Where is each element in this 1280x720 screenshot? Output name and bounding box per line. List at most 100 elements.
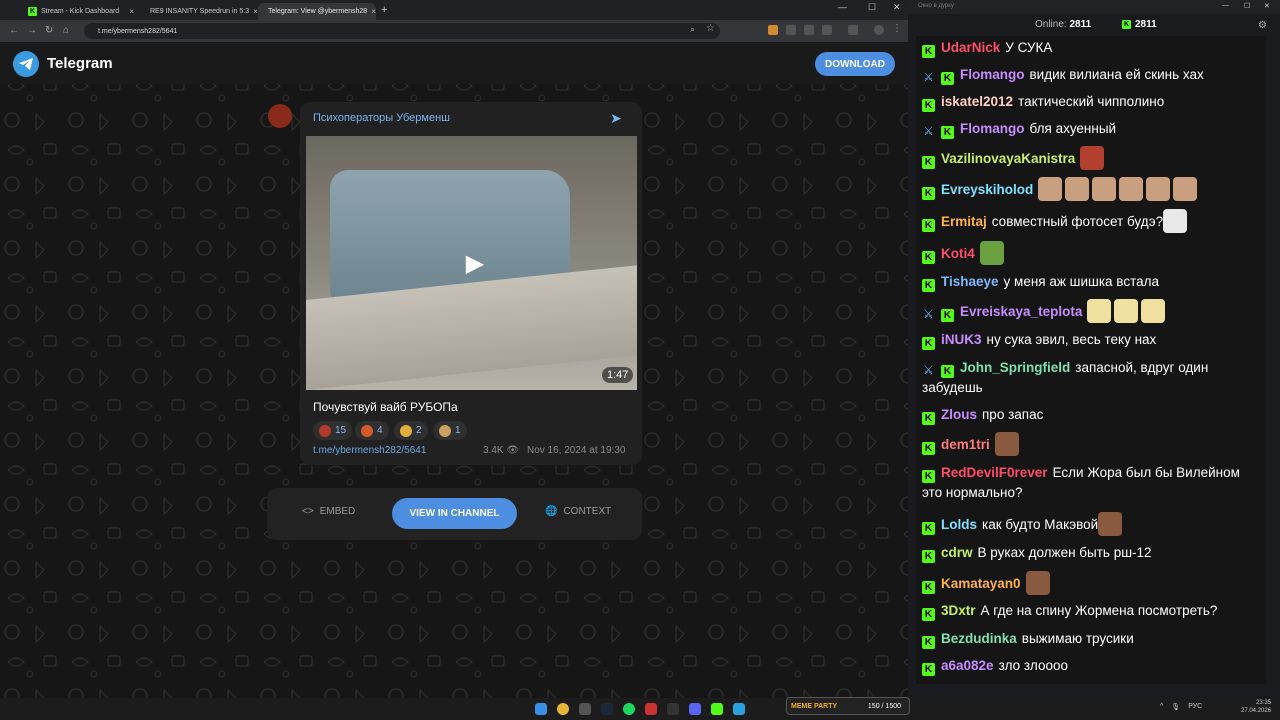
download-button[interactable]: DOWNLOAD bbox=[815, 52, 895, 76]
chat-username[interactable]: Evreyskiholod bbox=[941, 182, 1033, 197]
kick-badge-icon: K bbox=[922, 219, 935, 232]
eye-icon: 👁 bbox=[506, 445, 520, 456]
chat-username[interactable]: cdrw bbox=[941, 545, 973, 560]
telegram-logo-icon[interactable] bbox=[13, 51, 39, 77]
emote-icon bbox=[1163, 209, 1188, 233]
url-input[interactable]: t.me/ybermensh282/5641 bbox=[84, 23, 720, 39]
language-indicator[interactable]: РУС bbox=[1188, 703, 1202, 711]
taskbar bbox=[0, 698, 1280, 720]
chat-username[interactable]: Bezdudinka bbox=[941, 631, 1017, 646]
close-icon[interactable]: × bbox=[371, 7, 376, 16]
steam-icon[interactable] bbox=[601, 703, 613, 715]
post-link[interactable]: t.me/ybermensh282/5641 bbox=[313, 445, 426, 456]
tab-kick-dashboard[interactable]: K Stream - Kick Dashboard × bbox=[22, 3, 140, 20]
chat-username[interactable]: RedDevilF0rever bbox=[941, 465, 1048, 480]
telegram-brand[interactable]: Telegram bbox=[47, 55, 113, 72]
chat-username[interactable]: 3Dxtr bbox=[941, 603, 976, 618]
app-icon[interactable] bbox=[579, 703, 591, 715]
chat-username[interactable]: dem1tri bbox=[941, 437, 990, 452]
chat-username[interactable]: Ermitaj bbox=[941, 214, 987, 229]
chat-username[interactable]: Kamatayan0 bbox=[941, 576, 1021, 591]
bookmark-star-icon[interactable]: ☆ bbox=[706, 23, 716, 34]
extension-icon[interactable] bbox=[768, 25, 778, 35]
kick-badge-icon: K bbox=[941, 365, 954, 378]
kick-badge-icon: K bbox=[941, 72, 954, 85]
reaction-chip[interactable]: 2 bbox=[394, 421, 428, 440]
context-button[interactable]: 🌐 CONTEXT bbox=[545, 506, 611, 517]
settings-gear-icon[interactable]: ⚙ bbox=[1258, 20, 1267, 31]
chat-message: K UdarNick У СУКА bbox=[922, 38, 1262, 58]
mic-icon[interactable]: 🎙 bbox=[1171, 703, 1180, 711]
chat-message-list[interactable]: K UdarNick У СУКА ⚔ K Flomango видик вилиана е… bbox=[916, 36, 1266, 684]
chat-username[interactable]: iskatel2012 bbox=[941, 94, 1013, 109]
play-icon[interactable]: ▶ bbox=[460, 248, 490, 278]
chat-username[interactable]: Lolds bbox=[941, 517, 977, 532]
profile-icon[interactable] bbox=[874, 25, 884, 35]
menu-icon[interactable]: ⋮ bbox=[892, 23, 902, 34]
reaction-emoji-icon bbox=[361, 424, 373, 437]
home-icon[interactable]: ⌂ bbox=[63, 25, 69, 36]
forward-icon[interactable]: → bbox=[27, 25, 37, 36]
meme-party-widget[interactable]: MEME PARTY 150 / 1500 bbox=[786, 697, 910, 715]
spotify-icon[interactable] bbox=[623, 703, 635, 715]
chat-message-text: В руках должен быть рш-12 bbox=[977, 545, 1152, 560]
download-icon[interactable] bbox=[848, 25, 858, 35]
app-icon[interactable] bbox=[667, 703, 679, 715]
reaction-chip[interactable]: 15 bbox=[313, 421, 353, 440]
maximize-icon[interactable]: ☐ bbox=[868, 2, 876, 13]
reload-icon[interactable]: ↻ bbox=[45, 25, 53, 36]
kick-app-icon[interactable] bbox=[711, 703, 723, 715]
meme-party-value: 150 / 1500 bbox=[867, 702, 901, 710]
channel-name[interactable]: Психоператоры Уберменш bbox=[313, 112, 450, 124]
zoom-icon[interactable]: ⌕ bbox=[690, 24, 700, 34]
chat-username[interactable]: a6a082e bbox=[941, 658, 994, 673]
chat-username[interactable]: iNUK3 bbox=[941, 332, 982, 347]
chat-message: Ka6a082e зло злоооо bbox=[922, 656, 1262, 676]
context-label: CONTEXT bbox=[563, 506, 612, 517]
chevron-up-icon[interactable]: ^ bbox=[1160, 703, 1163, 711]
extensions-puzzle-icon[interactable] bbox=[822, 25, 832, 35]
chat-message: K Tishaeye у меня аж шишка встала bbox=[922, 272, 1262, 292]
emote-icon bbox=[1114, 299, 1139, 323]
chat-username[interactable]: Tishaeye bbox=[941, 274, 999, 289]
view-in-channel-button[interactable]: VIEW IN CHANNEL bbox=[392, 498, 517, 529]
close-icon[interactable]: × bbox=[129, 7, 134, 16]
online-count: Online: 2811 bbox=[1035, 19, 1091, 30]
chat-username[interactable]: Evreiskaya_teplota bbox=[960, 304, 1082, 319]
new-tab-icon[interactable]: + bbox=[381, 4, 387, 16]
telegram-share-icon[interactable]: ➤ bbox=[610, 110, 622, 127]
chat-message: K 3Dxtr А где на спину Жормена посмотреть? bbox=[922, 601, 1262, 621]
discord-icon[interactable] bbox=[689, 703, 701, 715]
system-tray: ^ 🎙 РУС bbox=[1160, 703, 1202, 711]
tab-youtube[interactable]: RE9 INSANITY Speedrun in 5:3 × bbox=[140, 3, 258, 20]
maximize-icon[interactable]: ☐ bbox=[1244, 2, 1250, 10]
minimize-icon[interactable]: — bbox=[1222, 2, 1229, 9]
reaction-count: 4 bbox=[377, 425, 383, 436]
chat-username[interactable]: Koti4 bbox=[941, 246, 975, 261]
tab-telegram[interactable]: Telegram: View @ybermensh28 × bbox=[258, 3, 376, 20]
back-icon[interactable]: ← bbox=[9, 25, 19, 36]
chat-username[interactable]: VazilinovayaKanistra bbox=[941, 151, 1075, 166]
chat-username[interactable]: UdarNick bbox=[941, 40, 1000, 55]
embed-button[interactable]: <> EMBED bbox=[302, 506, 355, 517]
window-close-icon[interactable]: ✕ bbox=[1264, 2, 1270, 10]
clock[interactable]: 23:35 27.04.2026 bbox=[1241, 699, 1271, 715]
chat-username[interactable]: Flomango bbox=[960, 67, 1025, 82]
kick-badge-icon: K bbox=[922, 608, 935, 621]
address-bar: ← → ↻ ⌂ t.me/ybermensh282/5641 ⌕ ☆ ⋮ bbox=[0, 20, 908, 42]
chrome-icon[interactable] bbox=[557, 703, 569, 715]
reaction-chip[interactable]: 4 bbox=[355, 421, 389, 440]
chat-message: Kdem1tri bbox=[922, 432, 1262, 456]
minimize-icon[interactable]: — bbox=[838, 2, 847, 12]
telegram-app-icon[interactable] bbox=[733, 703, 745, 715]
app-icon[interactable] bbox=[645, 703, 657, 715]
extension-icon[interactable] bbox=[786, 25, 796, 35]
extension-icon[interactable] bbox=[804, 25, 814, 35]
window-close-icon[interactable]: ✕ bbox=[893, 2, 901, 13]
channel-avatar[interactable] bbox=[268, 104, 292, 128]
windows-start-icon[interactable] bbox=[535, 703, 547, 715]
chat-username[interactable]: Zlous bbox=[941, 407, 977, 422]
chat-username[interactable]: Flomango bbox=[960, 121, 1025, 136]
reaction-chip[interactable]: 1 bbox=[433, 421, 467, 440]
chat-username[interactable]: John_Springfield bbox=[960, 360, 1070, 375]
